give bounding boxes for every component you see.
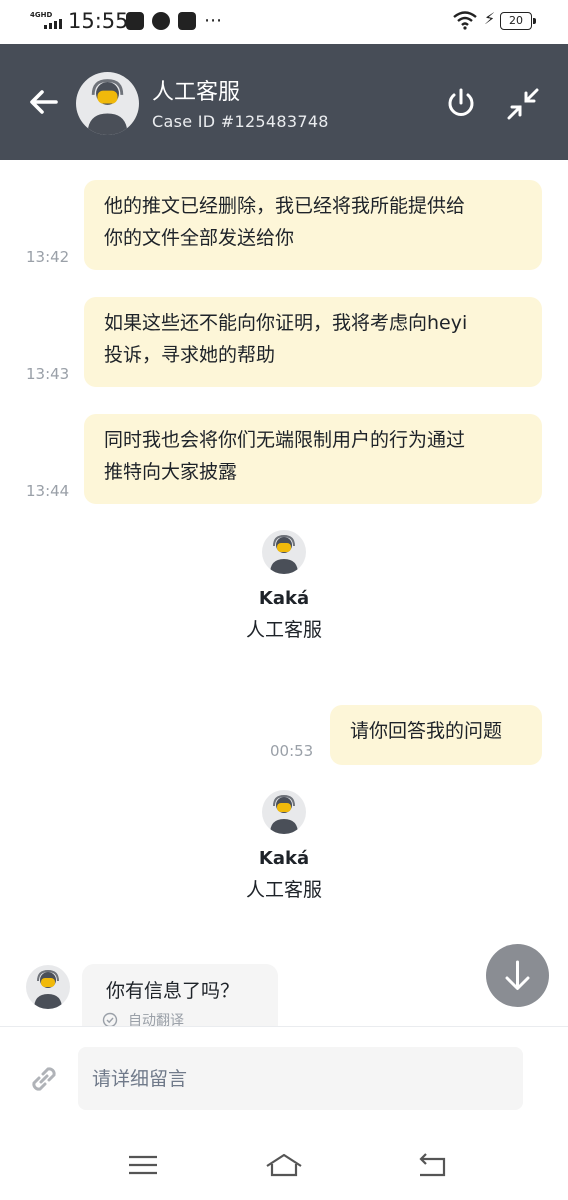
link-icon[interactable] [26,1061,62,1097]
message-time: 00:53 [270,742,314,760]
outgoing-message[interactable]: 他的推文已经删除，我已经将我所能提供给 你的文件全部发送给你 [84,180,542,270]
home-icon[interactable] [264,1150,304,1180]
case-id: Case ID #125483748 [152,112,329,131]
agent-avatar-icon [34,969,62,1009]
agent-title: 人工客服 [152,80,241,105]
message-text: 你有信息了吗？ [106,980,240,1002]
check-circle-icon [102,1012,118,1026]
battery-indicator: 20 [500,12,536,30]
signal-icon [44,19,62,29]
message-time: 13:43 [26,365,70,383]
outgoing-message[interactable]: 如果这些还不能向你证明，我将考虑向heyi 投诉，寻求她的帮助 [84,297,542,387]
agent-name: Kaká [258,848,310,869]
status-time: 15:55 [68,9,129,33]
network-type: 4GHD [30,11,53,19]
agent-avatar [26,965,70,1009]
charging-icon: ⚡ [484,9,496,28]
wifi-icon [453,11,477,30]
scroll-to-bottom-button[interactable] [486,944,549,1007]
chat-header: 人工客服 Case ID #125483748 [0,44,568,160]
incoming-message[interactable]: 你有信息了吗？ 自动翻译 [82,964,278,1026]
app-notification-icon [126,12,144,30]
back-icon[interactable] [412,1150,452,1180]
auto-translate-label[interactable]: 自动翻译 [128,1010,184,1026]
message-text-line: 推特向大家披露 [104,461,238,483]
agent-avatar [262,530,306,574]
outgoing-message[interactable]: 同时我也会将你们无端限制用户的行为通过 推特向大家披露 [84,414,542,504]
agent-role: 人工客服 [245,619,322,641]
agent-avatar-icon [87,79,128,135]
agent-avatar [262,790,306,834]
outgoing-message[interactable]: 请你回答我的问题 [330,705,542,765]
fan-notification-icon [152,12,170,30]
message-text-line: 你的文件全部发送给你 [104,227,295,249]
arrow-down-icon [505,960,530,990]
message-text-line: 投诉，寻求她的帮助 [104,344,276,366]
message-time: 13:42 [26,248,70,266]
message-text-line: 他的推文已经删除，我已经将我所能提供给 [104,195,466,217]
mail-notification-icon [178,12,196,30]
chat-area[interactable]: 13:42 他的推文已经删除，我已经将我所能提供给 你的文件全部发送给你 13:… [0,160,568,1026]
agent-join-card: Kaká 人工客服 [184,530,384,642]
agent-name: Kaká [258,588,310,609]
agent-role: 人工客服 [245,879,322,901]
message-input[interactable] [78,1047,523,1110]
message-time: 13:44 [26,482,70,500]
system-navigation-bar [0,1130,568,1200]
agent-join-card: Kaká 人工客服 [184,790,384,902]
power-icon[interactable] [444,86,478,120]
status-bar: 4GHD 15:55 ⋯ ⚡ 20 [0,0,568,44]
message-composer [0,1026,568,1130]
minimize-icon[interactable] [505,86,541,122]
back-arrow-icon[interactable] [26,84,62,120]
more-notifications-icon: ⋯ [204,10,223,31]
message-text-line: 如果这些还不能向你证明，我将考虑向heyi [104,312,468,334]
agent-avatar-icon [270,534,298,574]
agent-avatar [76,72,139,135]
message-text: 请你回答我的问题 [350,720,503,742]
message-text-line: 同时我也会将你们无端限制用户的行为通过 [104,429,466,451]
agent-avatar-icon [270,794,298,834]
menu-icon[interactable] [123,1150,163,1180]
